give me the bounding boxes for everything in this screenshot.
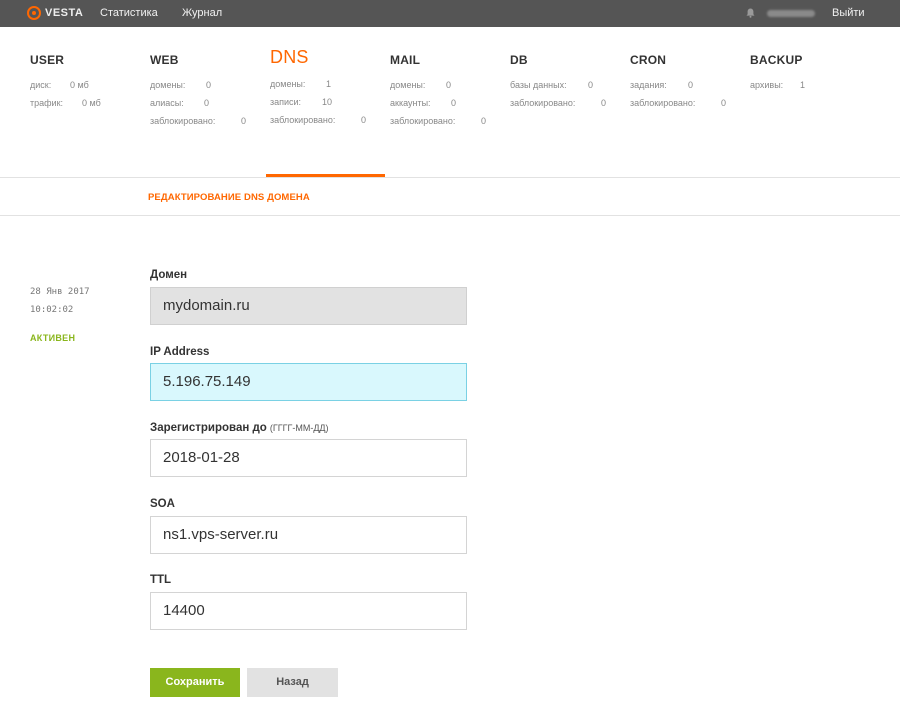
ip-address-field[interactable]: 5.196.75.149 [150, 363, 467, 401]
stat-row: записи: 10 [270, 97, 333, 107]
stat-row: домены: 1 [270, 79, 332, 89]
bell-icon[interactable] [746, 8, 755, 18]
stat-row: алиасы: 0 [150, 98, 210, 108]
stat-row: базы данных: 0 [510, 80, 594, 90]
expiration-label: Зарегистрирован до (ГГГГ-ММ-ДД) [150, 422, 329, 434]
divider [0, 215, 900, 216]
category-title: USER [30, 53, 65, 67]
expiration-date-field[interactable]: 2018-01-28 [150, 439, 467, 477]
top-bar: VESTA Статистика Журнал Выйти [0, 0, 900, 27]
category-title: CRON [630, 53, 667, 67]
date-format-hint: (ГГГГ-ММ-ДД) [269, 423, 329, 433]
stat-row: домены: 0 [390, 80, 452, 90]
domain-field: mydomain.ru [150, 287, 467, 325]
domain-label: Домен [150, 269, 188, 281]
category-title: DB [510, 53, 528, 67]
category-title: DNS [270, 47, 309, 67]
nav-log-link[interactable]: Журнал [182, 7, 222, 19]
stat-row: заблокировано: 0 [510, 98, 607, 108]
ip-address-label: IP Address [150, 346, 210, 358]
category-title: BACKUP [750, 53, 803, 67]
stat-row: заблокировано: 0 [390, 116, 487, 126]
category-dns[interactable]: DNS домены: 1 записи: 10 заблокировано: 0 [270, 47, 390, 177]
category-mail[interactable]: MAIL домены: 0 аккаунты: 0 заблокировано: 0 [390, 47, 510, 177]
created-date: 28 Янв 2017 [30, 287, 90, 297]
stat-row: аккаунты: 0 [390, 98, 457, 108]
logo-text: VESTA [45, 7, 84, 19]
category-backup[interactable]: BACKUP архивы: 1 [750, 47, 870, 177]
category-web[interactable]: WEB домены: 0 алиасы: 0 заблокировано: 0 [150, 47, 270, 177]
nav-statistics-link[interactable]: Статистика [100, 7, 158, 19]
stat-row: заблокировано: 0 [150, 116, 247, 126]
logo-icon [27, 6, 41, 20]
save-button[interactable]: Сохранить [150, 668, 240, 697]
status-badge: АКТИВЕН [30, 333, 76, 343]
soa-label: SOA [150, 498, 175, 510]
category-title: WEB [150, 53, 179, 67]
ttl-field[interactable]: 14400 [150, 592, 467, 630]
user-name-blurred[interactable] [767, 10, 815, 17]
category-title: MAIL [390, 53, 421, 67]
vesta-logo[interactable]: VESTA [27, 6, 83, 20]
soa-field[interactable]: ns1.vps-server.ru [150, 516, 467, 554]
stat-row: заблокировано: 0 [270, 115, 367, 125]
category-cron[interactable]: CRON задания: 0 заблокировано: 0 [630, 47, 750, 177]
section-title: РЕДАКТИРОВАНИЕ DNS ДОМЕНА [148, 192, 310, 203]
stat-row: задания: 0 [630, 80, 694, 90]
logout-link[interactable]: Выйти [832, 7, 865, 19]
stat-row: заблокировано: 0 [630, 98, 727, 108]
divider [0, 177, 900, 178]
created-time: 10:02:02 [30, 305, 74, 315]
ttl-label: TTL [150, 574, 172, 586]
category-user[interactable]: USER диск: 0 мб трафик: 0 мб [30, 47, 150, 177]
stat-row: трафик: 0 мб [30, 98, 101, 108]
back-button[interactable]: Назад [247, 668, 338, 697]
category-db[interactable]: DB базы данных: 0 заблокировано: 0 [510, 47, 630, 177]
stat-row: домены: 0 [150, 80, 212, 90]
stat-row: диск: 0 мб [30, 80, 89, 90]
stat-row: архивы: 1 [750, 80, 806, 90]
